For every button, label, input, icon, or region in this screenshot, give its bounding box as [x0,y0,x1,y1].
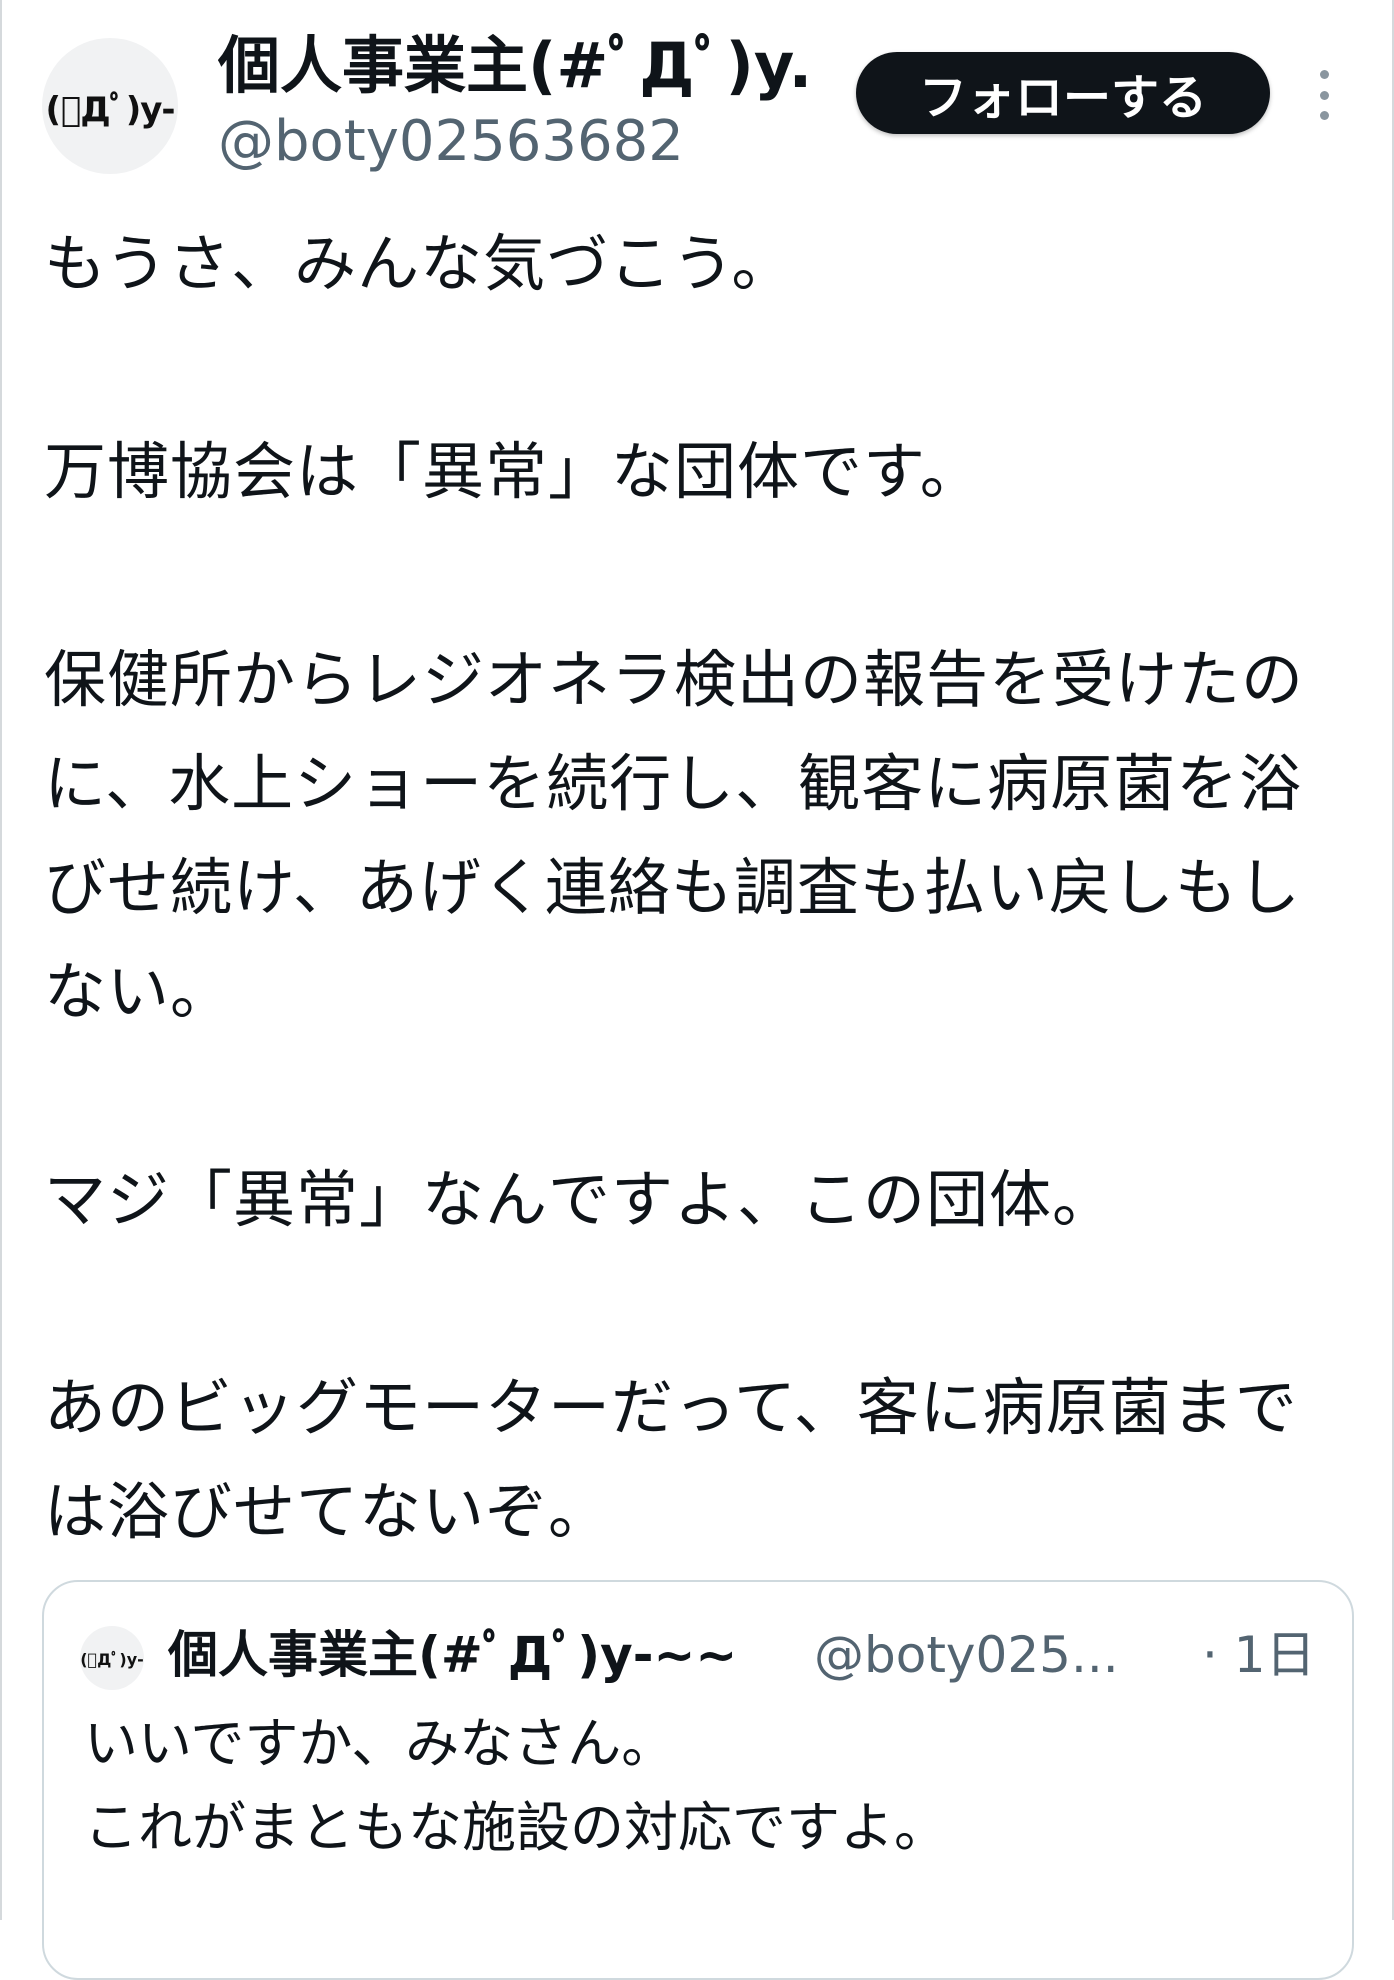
quoted-line-1: いいですか、みなさん。 [84,1712,676,1775]
more-dot [1319,90,1329,100]
tweet-paragraph-5: あのビッグモーターだって、客に病原菌までは浴びせてないぞ。 [44,1371,1298,1548]
author-avatar[interactable]: (ﾟДﾟ)y- [42,38,178,174]
tweet-paragraph-1: もうさ、みんな気づこう。 [44,227,795,300]
tweet-paragraph-2: 万博協会は「異常」な団体です。 [44,435,983,508]
more-dot [1319,111,1329,120]
more-dot [1319,70,1329,79]
more-vertical-icon[interactable] [1312,70,1336,120]
quoted-author-handle: @boty025... [814,1626,1119,1684]
frame-left-border [0,0,2,1920]
quoted-tweet-time: · 1日 [1202,1626,1316,1684]
tweet-paragraph-4: マジ「異常」なんですよ、この団体。 [44,1163,1116,1236]
author-handle[interactable]: @boty02563682 [218,108,684,176]
tweet-text: もうさ、みんな気づこう。 万博協会は「異常」な団体です。 保健所からレジオネラ検… [44,212,1354,1564]
author-display-name[interactable]: 個人事業主(#ﾟДﾟ)y... [218,28,818,104]
quoted-author-avatar: (ﾟДﾟ)y- [80,1626,144,1690]
follow-button[interactable]: フォローする [856,52,1270,134]
tweet-paragraph-3: 保健所からレジオネラ検出の報告を受けたのに、水上ショーを続行し、観客に病原菌を浴… [44,643,1305,1028]
quoted-tweet-text: いいですか、みなさん。 これがまともな施設の対応ですよ。 [84,1702,1324,1870]
quoted-line-2: これがまともな施設の対応ですよ。 [84,1796,948,1859]
quoted-tweet-card[interactable]: (ﾟДﾟ)y- 個人事業主(#ﾟДﾟ)y-~~ @boty025... · 1日… [42,1580,1354,1980]
quoted-author-name: 個人事業主(#ﾟДﾟ)y-~~ [168,1626,738,1684]
